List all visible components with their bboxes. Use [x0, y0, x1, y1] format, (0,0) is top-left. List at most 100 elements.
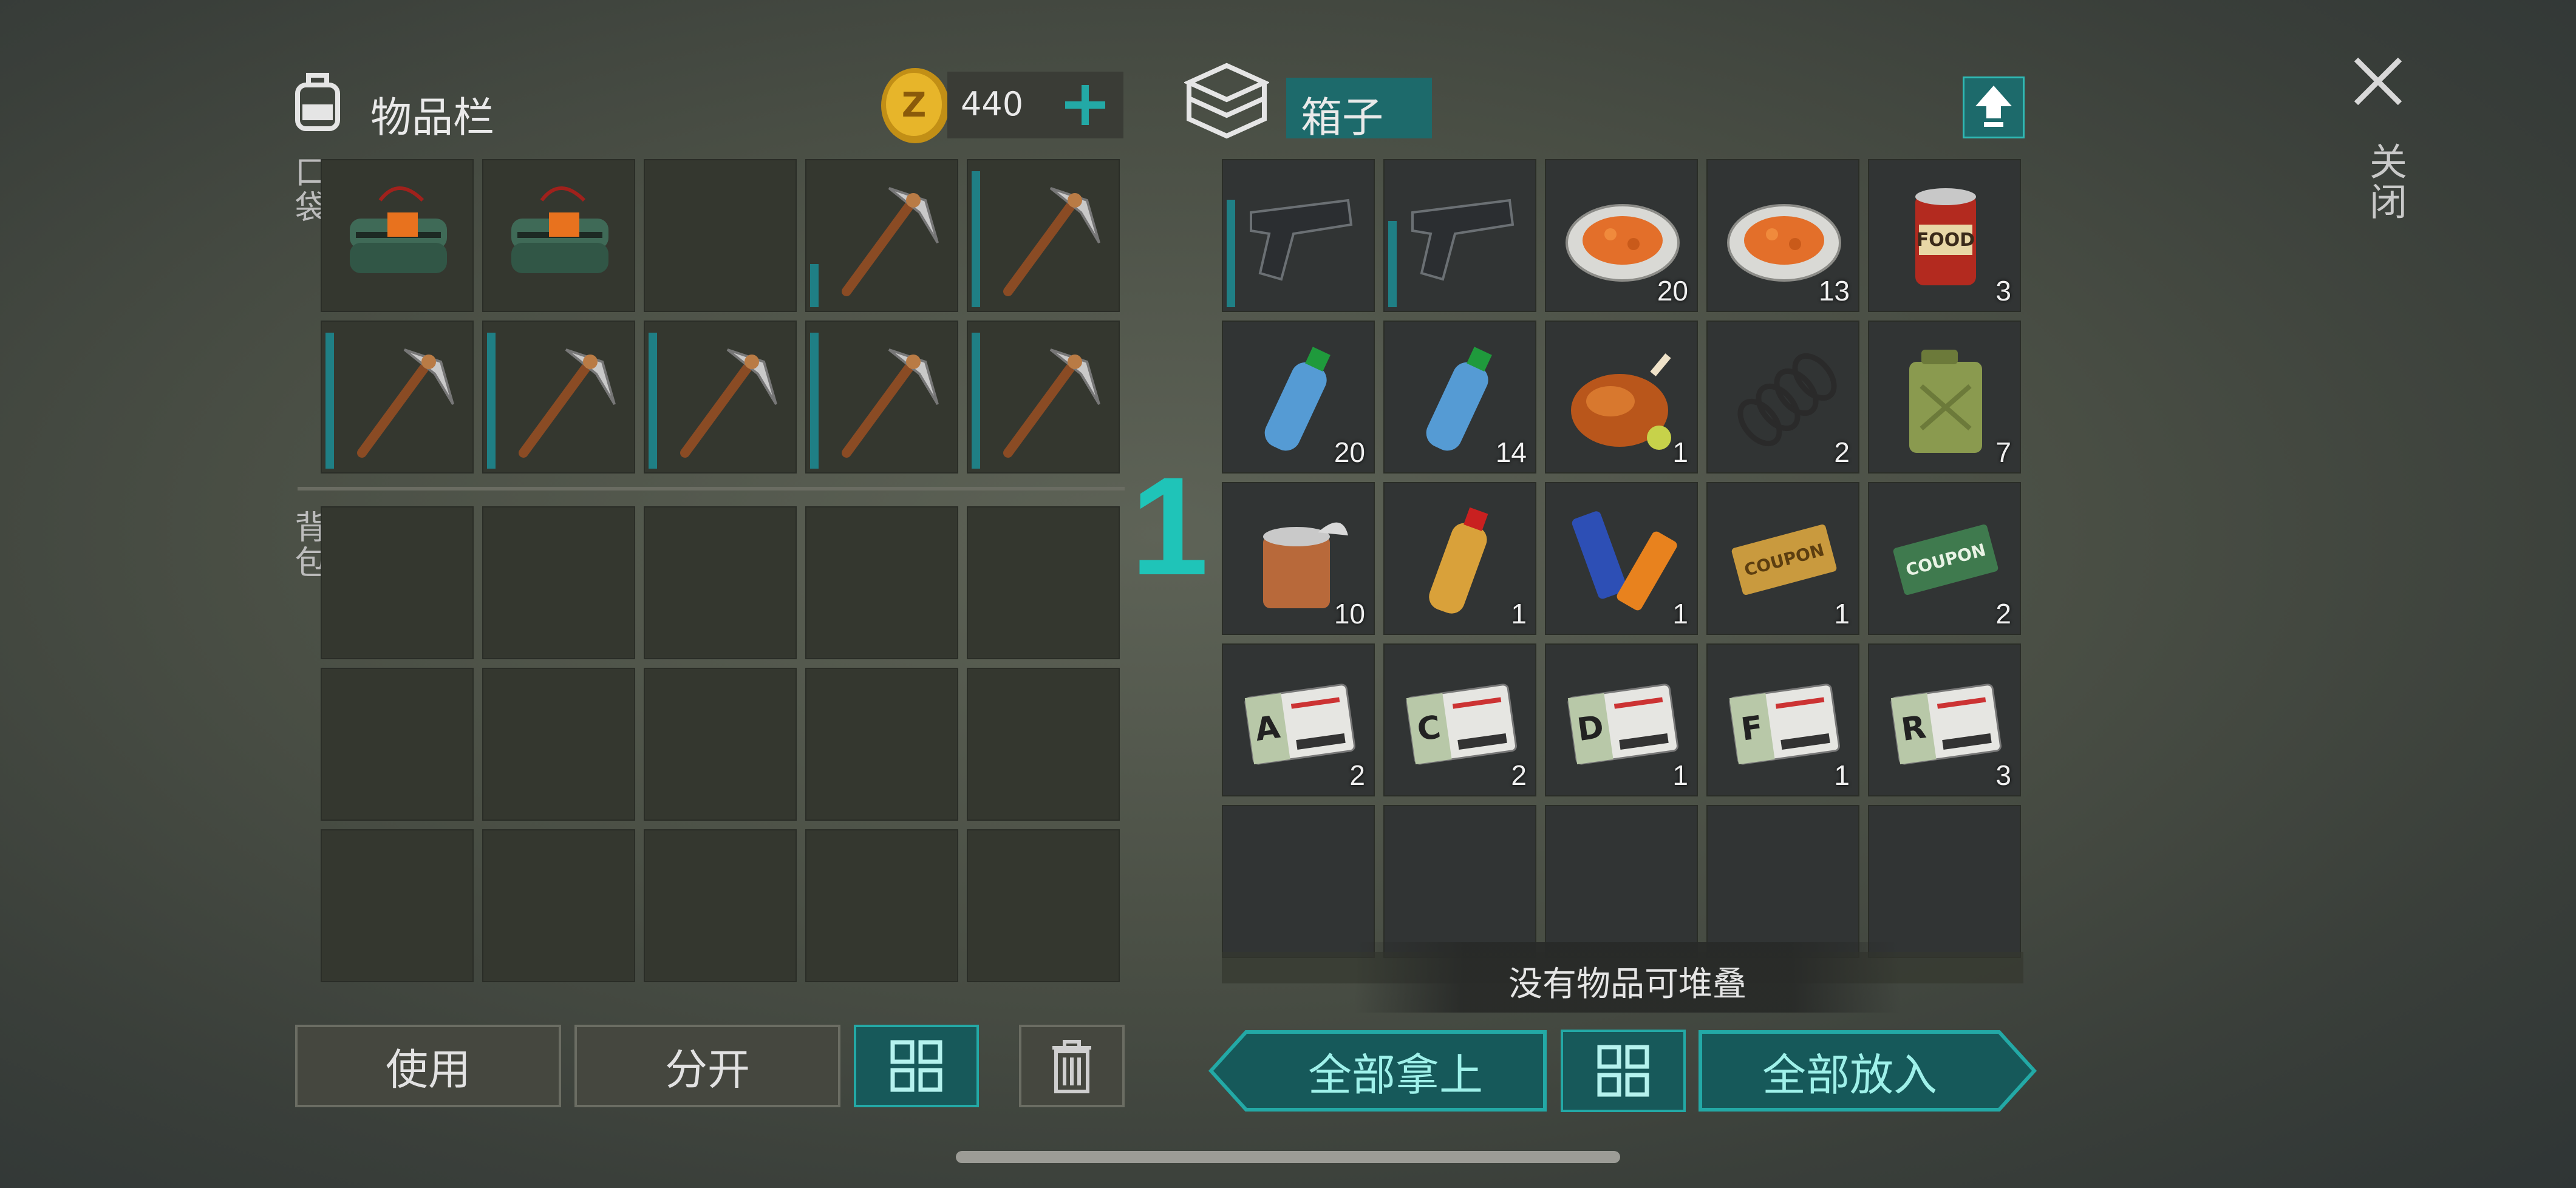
crate-slot[interactable]: FOOD 3	[1868, 159, 2021, 312]
crate-slot[interactable]: COUPON 2	[1868, 482, 2021, 635]
pocket-slot[interactable]	[644, 159, 797, 312]
durability-bar	[487, 333, 496, 469]
stack-message: 没有物品可堆叠	[1508, 965, 1746, 1004]
trash-button[interactable]	[1019, 1025, 1125, 1107]
backpack-slot[interactable]	[321, 668, 474, 821]
backpack-slot[interactable]	[967, 668, 1120, 821]
durability-bar	[649, 333, 657, 469]
crate-slot[interactable]: 20	[1222, 321, 1375, 474]
backpack-slot[interactable]	[644, 668, 797, 821]
pocket-slot[interactable]	[805, 159, 958, 312]
crate-slot[interactable]: 1	[1545, 321, 1698, 474]
backpack-slot[interactable]	[482, 829, 635, 982]
crate-slot[interactable]: A2	[1222, 643, 1375, 796]
item-count: 1	[1672, 436, 1688, 468]
backpack-slot[interactable]	[321, 506, 474, 659]
item-count: 14	[1495, 436, 1527, 468]
survival-coupon-icon: COUPON	[1723, 499, 1845, 620]
svg-text:D: D	[1575, 709, 1606, 748]
svg-text:R: R	[1899, 709, 1928, 748]
add-coins-button[interactable]	[1058, 78, 1113, 132]
pocket-slot[interactable]	[482, 159, 635, 312]
pickaxe-icon	[499, 338, 621, 459]
backpack-slot[interactable]	[321, 829, 474, 982]
pocket-slot[interactable]	[321, 159, 474, 312]
backpack-slot[interactable]	[644, 829, 797, 982]
crate-slot[interactable]: 10	[1222, 482, 1375, 635]
crate-slot[interactable]: C2	[1383, 643, 1536, 796]
backpack-icon	[284, 67, 351, 134]
crate-slot[interactable]: R3	[1868, 643, 2021, 796]
crate-slot[interactable]: F1	[1706, 643, 1859, 796]
coin-icon: Z	[879, 67, 951, 144]
take-all-button[interactable]: 全部拿上	[1208, 1030, 1547, 1112]
put-all-button[interactable]: 全部放入	[1698, 1030, 2037, 1112]
coin-amount: 440	[961, 85, 1024, 123]
pickaxe-icon	[822, 176, 944, 297]
crate-icon	[1183, 61, 1270, 140]
item-count: 3	[1995, 275, 2011, 307]
crate-slot[interactable]: 13	[1706, 159, 1859, 312]
close-button[interactable]: 关闭	[2348, 51, 2408, 233]
crate-slot[interactable]	[1222, 805, 1375, 958]
item-count: 3	[1995, 759, 2011, 791]
crate-slot[interactable]: 20	[1545, 159, 1698, 312]
backpack-slot[interactable]	[482, 506, 635, 659]
us-army-card-c-icon: C	[1400, 660, 1522, 782]
batteries-icon	[1562, 499, 1683, 620]
pocket-slot[interactable]	[967, 321, 1120, 474]
pocket-slot[interactable]	[805, 321, 958, 474]
crate-slot[interactable]: COUPON 1	[1706, 482, 1859, 635]
upload-button[interactable]	[1963, 76, 2025, 138]
svg-text:Z: Z	[902, 86, 927, 125]
crate-slot[interactable]: D1	[1545, 643, 1698, 796]
item-count: 1	[1672, 598, 1688, 630]
take-all-label: 全部拿上	[1307, 1049, 1483, 1101]
backpack-slot[interactable]	[967, 506, 1120, 659]
plus-icon	[1065, 85, 1105, 125]
item-count: 7	[1995, 436, 2011, 468]
crate-slot[interactable]	[1868, 805, 2021, 958]
backpack-slot[interactable]	[482, 668, 635, 821]
us-army-card-d-icon: D	[1562, 660, 1683, 782]
pistol-icon	[1239, 176, 1360, 297]
pocket-slot[interactable]	[321, 321, 474, 474]
crate-slot[interactable]	[1383, 805, 1536, 958]
pocket-slot[interactable]	[644, 321, 797, 474]
item-count: 20	[1657, 275, 1688, 307]
crate-slot[interactable]	[1222, 159, 1375, 312]
item-count: 1	[1511, 598, 1527, 630]
backpack-slot[interactable]	[644, 506, 797, 659]
crate-slot[interactable]: 1	[1545, 482, 1698, 635]
crate-slot[interactable]	[1383, 159, 1536, 312]
pocket-slot[interactable]	[482, 321, 635, 474]
crate-slot[interactable]	[1706, 805, 1859, 958]
backpack-slot[interactable]	[967, 829, 1120, 982]
backpack-slot[interactable]	[805, 506, 958, 659]
crate-title: 箱子	[1301, 94, 1384, 142]
jerrycan-icon	[1885, 338, 2006, 459]
canned-food-icon: FOOD	[1885, 176, 2006, 297]
backpack-slot[interactable]	[805, 668, 958, 821]
crate-slot[interactable]: 1	[1383, 482, 1536, 635]
grid-sort-icon	[890, 1040, 942, 1092]
sort-crate-button[interactable]	[1561, 1030, 1686, 1112]
pocket-slot[interactable]	[967, 159, 1120, 312]
grid-sort-icon	[1597, 1045, 1649, 1097]
split-button[interactable]: 分开	[574, 1025, 840, 1107]
pickaxe-icon	[822, 338, 944, 459]
durability-bar	[810, 333, 819, 469]
sort-inventory-button[interactable]	[854, 1025, 979, 1107]
crate-slot[interactable]	[1545, 805, 1698, 958]
crate-slot[interactable]: 14	[1383, 321, 1536, 474]
durability-bar	[325, 333, 334, 469]
durability-bar	[1227, 200, 1235, 307]
home-indicator[interactable]	[956, 1151, 1620, 1163]
backpack-slot[interactable]	[805, 829, 958, 982]
pickaxe-icon	[984, 176, 1105, 297]
crate-slot[interactable]: 7	[1868, 321, 2021, 474]
use-button[interactable]: 使用	[295, 1025, 561, 1107]
crate-slot[interactable]: 2	[1706, 321, 1859, 474]
item-count: 1	[1834, 759, 1850, 791]
ration-coupon-icon: COUPON	[1885, 499, 2006, 620]
